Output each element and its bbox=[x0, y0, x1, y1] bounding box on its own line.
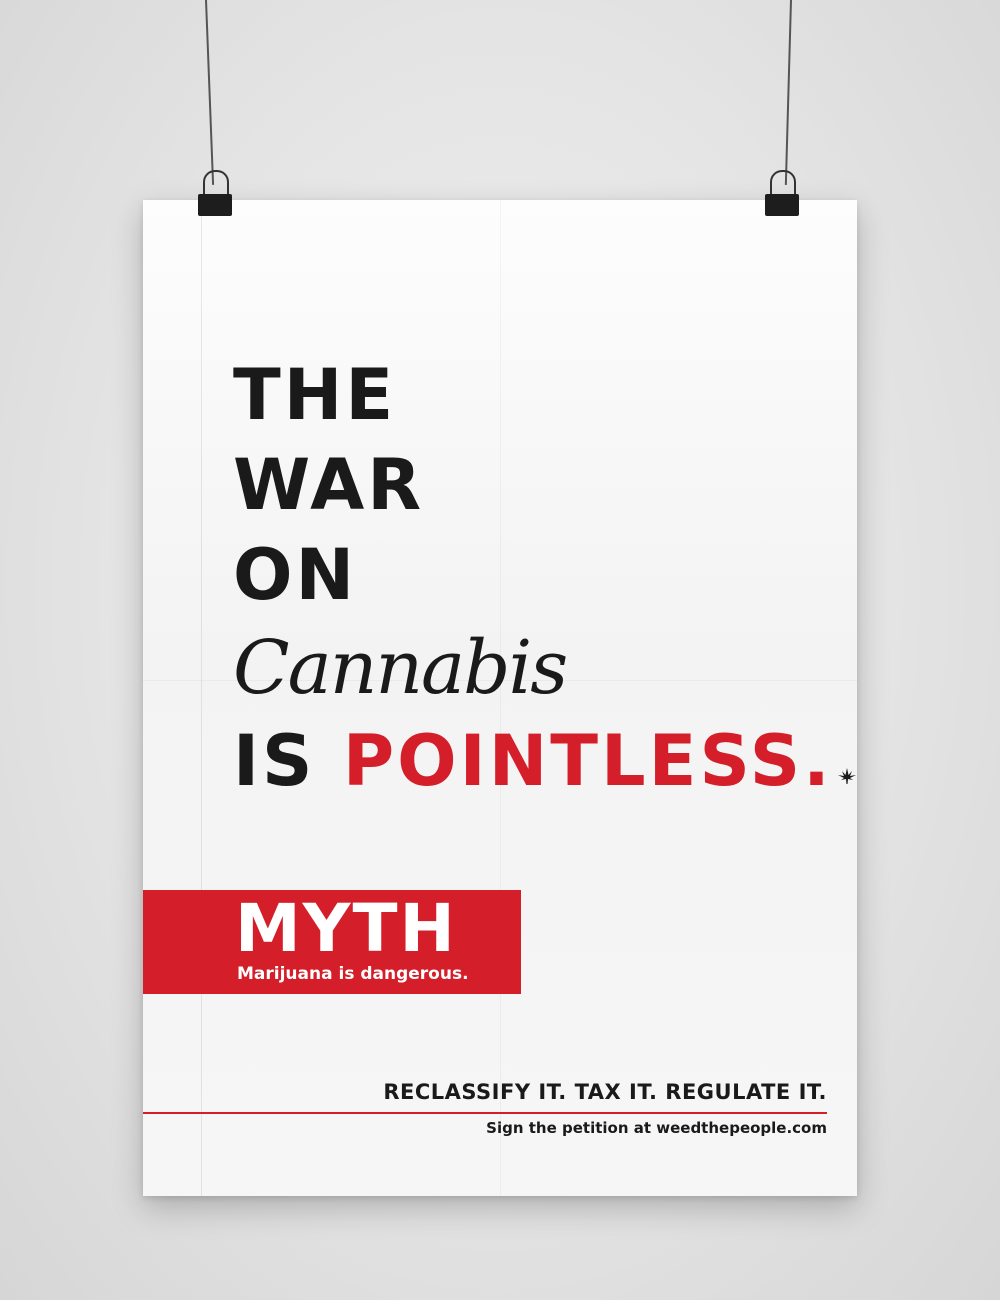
myth-banner: MYTH Marijuana is dangerous. bbox=[143, 890, 521, 994]
headline-period: . bbox=[803, 720, 833, 802]
footer-divider bbox=[143, 1112, 827, 1114]
footer-slogan: RECLASSIFY IT. TAX IT. REGULATE IT. bbox=[383, 1080, 827, 1104]
cannabis-leaf-icon bbox=[837, 735, 857, 825]
headline-line: THE bbox=[233, 354, 397, 436]
poster: THE WAR ON Cannabis IS POINTLESS. MYTH M… bbox=[143, 200, 857, 1196]
hanging-string-right bbox=[784, 0, 792, 185]
headline-script-word: Cannabis bbox=[233, 625, 568, 711]
hanging-string-left bbox=[205, 0, 215, 185]
poster-headline: THE WAR ON Cannabis IS POINTLESS. bbox=[233, 350, 857, 825]
headline-emphasis: POINTLESS bbox=[342, 720, 804, 802]
headline-line: IS POINTLESS. bbox=[233, 716, 857, 825]
headline-line: ON bbox=[233, 534, 358, 616]
headline-line: WAR bbox=[233, 444, 425, 526]
binder-clip-icon bbox=[765, 170, 799, 216]
myth-label: MYTH bbox=[235, 890, 457, 967]
myth-statement: Marijuana is dangerous. bbox=[237, 964, 469, 984]
footer-call-to-action: Sign the petition at weedthepeople.com bbox=[486, 1119, 827, 1137]
headline-prefix: IS bbox=[233, 720, 316, 802]
poster-fold-line bbox=[201, 200, 202, 1196]
binder-clip-icon bbox=[198, 170, 232, 216]
